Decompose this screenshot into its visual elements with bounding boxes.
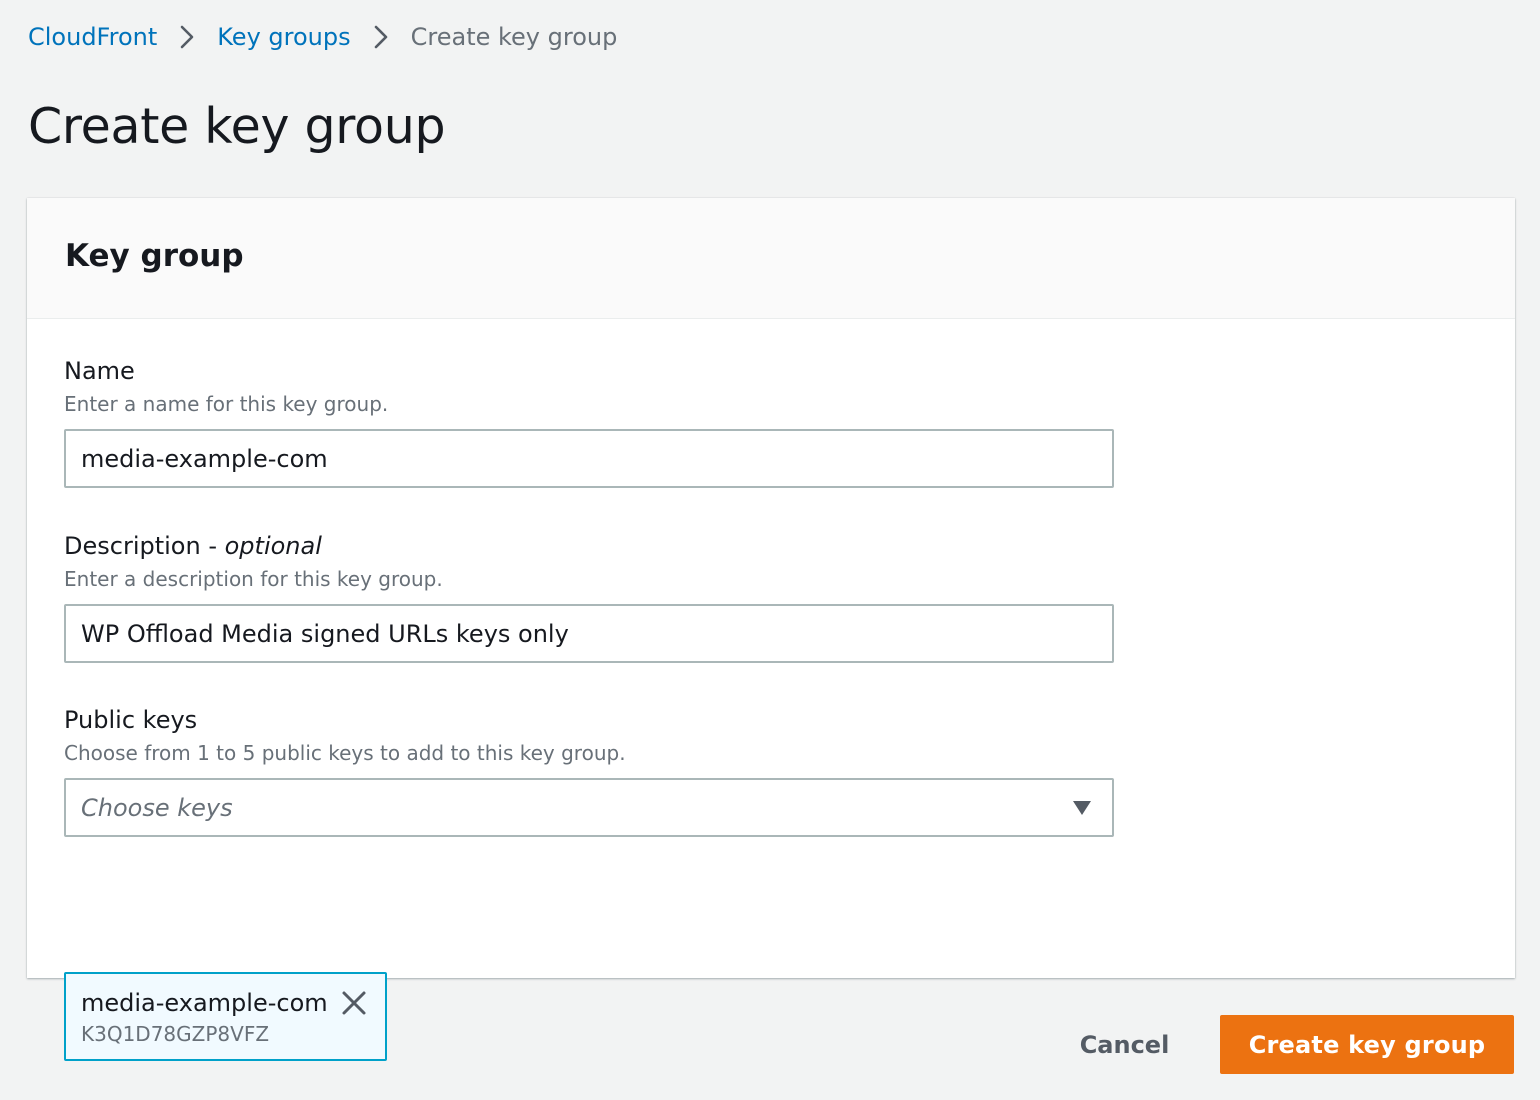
caret-down-icon: [1073, 801, 1091, 815]
chevron-right-icon: [157, 25, 217, 49]
close-icon[interactable]: [341, 990, 367, 1016]
token-key-id: K3Q1D78GZP8VFZ: [81, 1022, 270, 1046]
description-label-text: Description -: [64, 532, 225, 560]
page-title: Create key group: [28, 98, 446, 155]
name-field: Name Enter a name for this key group.: [64, 355, 1114, 488]
description-description: Enter a description for this key group.: [64, 567, 443, 591]
select-placeholder: Choose keys: [81, 793, 233, 822]
public-keys-field: Public keys Choose from 1 to 5 public ke…: [64, 704, 1114, 837]
page: CloudFront Key groups Create key group C…: [0, 0, 1540, 1100]
card-header: Key group: [27, 198, 1515, 319]
selected-key-token: media-example-com K3Q1D78GZP8VFZ: [64, 972, 387, 1061]
breadcrumb-item-key-groups[interactable]: Key groups: [217, 23, 350, 51]
description-input[interactable]: [64, 604, 1114, 663]
public-keys-label: Public keys: [64, 706, 198, 734]
card-title: Key group: [65, 238, 244, 274]
optional-label: optional: [224, 532, 322, 560]
description-field: Description - optional Enter a descripti…: [64, 530, 1114, 663]
breadcrumb: CloudFront Key groups Create key group: [28, 20, 617, 54]
token-key-name: media-example-com: [81, 989, 328, 1017]
breadcrumb-item-cloudfront[interactable]: CloudFront: [28, 23, 157, 51]
key-group-card: Key group Name Enter a name for this key…: [27, 198, 1515, 1061]
name-description: Enter a name for this key group.: [64, 392, 389, 416]
name-input[interactable]: [64, 429, 1114, 488]
create-key-group-button[interactable]: Create key group: [1220, 1015, 1514, 1074]
chevron-right-icon: [351, 25, 411, 49]
breadcrumb-item-current: Create key group: [410, 23, 618, 51]
public-keys-select[interactable]: Choose keys: [64, 778, 1114, 837]
public-keys-description: Choose from 1 to 5 public keys to add to…: [64, 741, 626, 765]
name-label: Name: [64, 357, 135, 385]
description-label: Description - optional: [64, 530, 1114, 562]
cancel-button[interactable]: Cancel: [1062, 1016, 1187, 1074]
